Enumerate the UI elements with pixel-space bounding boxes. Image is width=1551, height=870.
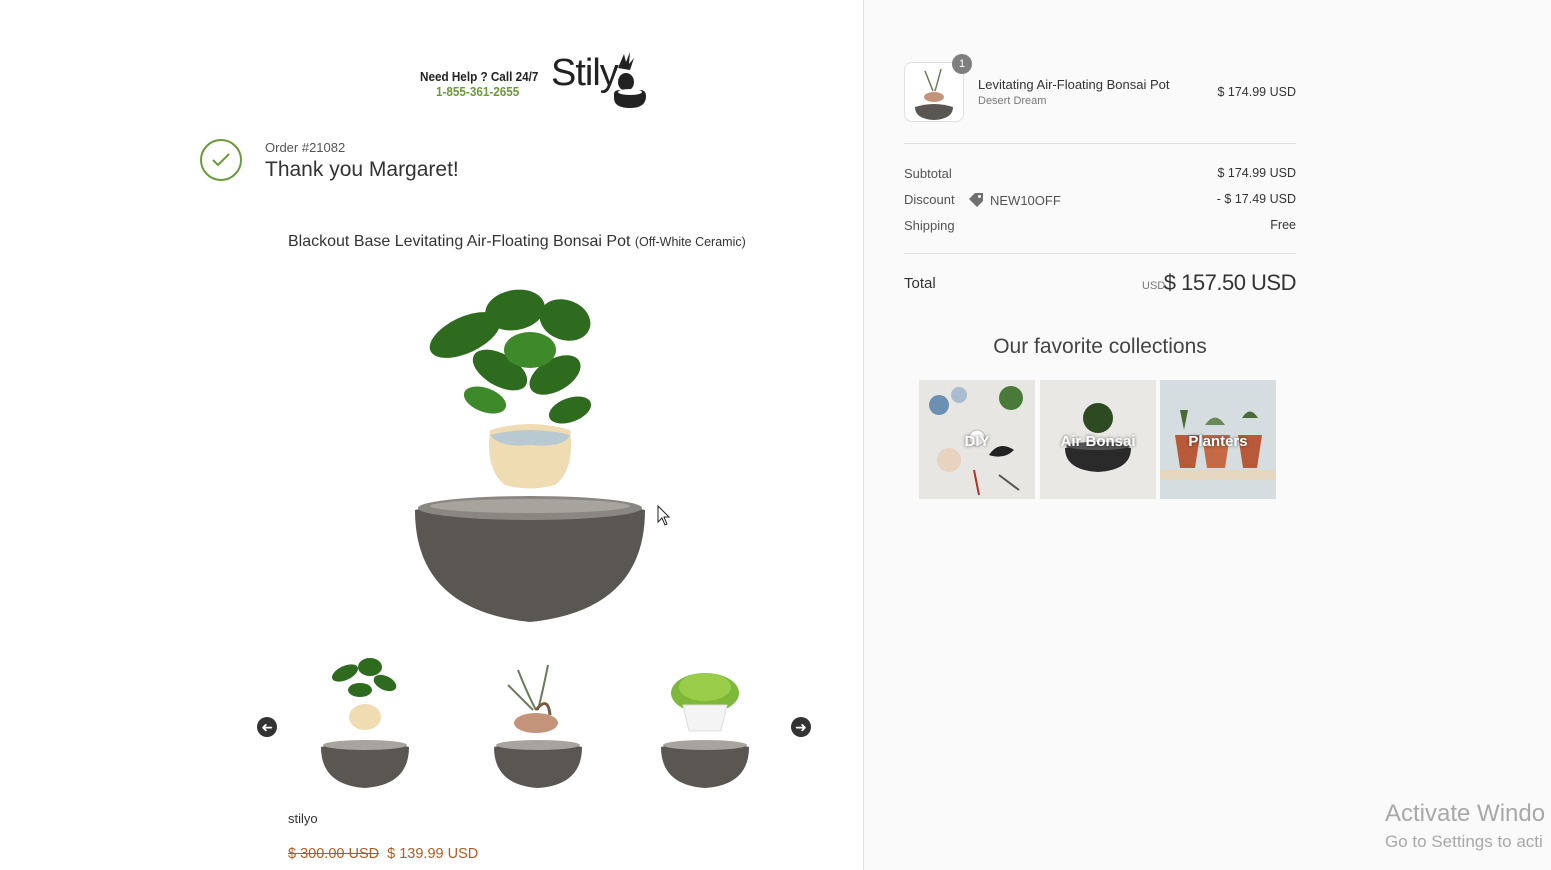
brand-name: Stily (551, 52, 619, 94)
thumbnail-2[interactable] (488, 655, 588, 790)
quantity-badge: 1 (952, 54, 972, 74)
thumbnail-3[interactable] (655, 655, 755, 790)
compare-at-price: $ 300.00 USD (288, 846, 380, 862)
collection-label: Planters (1188, 433, 1248, 450)
subtotal-label: Subtotal (904, 166, 952, 181)
discount-row: Discount NEW10OFF - $ 17.49 USD (904, 192, 1296, 210)
thank-you-heading: Thank you Margaret! (265, 158, 459, 181)
store-logo[interactable]: Need Help ? Call 24/7 1-855-361-2655 Sti… (420, 50, 650, 112)
product-main-image[interactable] (405, 280, 655, 630)
shipping-row: Shipping Free (904, 218, 1296, 236)
order-confirmed-icon (200, 139, 242, 181)
order-status-main: Need Help ? Call 24/7 1-855-361-2655 Sti… (0, 0, 863, 870)
product-variant: (Off-White Ceramic) (634, 235, 746, 249)
order-line-item: 1 Levitating Air-Floating Bonsai Pot Des… (904, 54, 1296, 124)
collection-label: Air Bonsai (1060, 433, 1136, 450)
thumbnail-1[interactable] (315, 655, 415, 790)
carousel-next-button[interactable]: ➜ (791, 717, 811, 737)
discount-code: NEW10OFF (968, 192, 1061, 208)
line-item-name: Levitating Air-Floating Bonsai Pot (978, 77, 1170, 92)
discount-label: Discount (904, 192, 955, 207)
subtotal-value: $ 174.99 USD (1217, 166, 1296, 180)
shipping-label: Shipping (904, 218, 955, 233)
carousel-prev-button[interactable]: ➜ (257, 717, 277, 737)
collection-diy[interactable]: DIY (919, 380, 1035, 499)
help-phone: 1-855-361-2655 (436, 84, 520, 99)
product-vendor: stilyo (288, 811, 318, 826)
collection-planters[interactable]: Planters (1160, 380, 1276, 499)
line-item-price: $ 174.99 USD (1217, 85, 1296, 99)
total-currency: USD (1142, 280, 1166, 292)
help-text: Need Help ? Call 24/7 (420, 69, 539, 84)
product-price: $ 300.00 USD $ 139.99 USD (288, 846, 478, 862)
watermark-line-2: Go to Settings to acti (1385, 832, 1543, 851)
discount-value: - $ 17.49 USD (1216, 192, 1296, 206)
order-number: Order #21082 (265, 140, 346, 155)
shipping-value: Free (1270, 218, 1296, 232)
total-value: $ 157.50 USD (1163, 270, 1297, 295)
watermark-line-1: Activate Windo (1385, 800, 1546, 827)
summary-divider (904, 143, 1296, 144)
product-thumbnail-carousel: ➜ ➜ (255, 655, 815, 795)
sale-price: $ 139.99 USD (387, 846, 479, 862)
collection-label: DIY (964, 433, 990, 450)
upsell-product-title[interactable]: Blackout Base Levitating Air-Floating Bo… (288, 233, 746, 251)
windows-activation-watermark: Activate Windo Go to Settings to acti (1385, 800, 1545, 852)
mouse-cursor-icon (657, 505, 671, 526)
check-icon (212, 153, 230, 167)
total-label: Total (904, 275, 936, 292)
collection-air-bonsai[interactable]: Air Bonsai (1040, 380, 1156, 499)
bonsai-logo-icon (614, 52, 646, 108)
tag-icon (969, 193, 983, 207)
collections-grid: DIY Air Bonsai Planters (919, 380, 1279, 499)
total-divider (904, 253, 1296, 254)
product-name: Blackout Base Levitating Air-Floating Bo… (288, 233, 631, 250)
line-item-variant: Desert Dream (978, 95, 1047, 107)
subtotal-row: Subtotal $ 174.99 USD (904, 166, 1296, 184)
discount-code-text: NEW10OFF (990, 192, 1061, 208)
collections-title: Our favorite collections (993, 335, 1207, 358)
